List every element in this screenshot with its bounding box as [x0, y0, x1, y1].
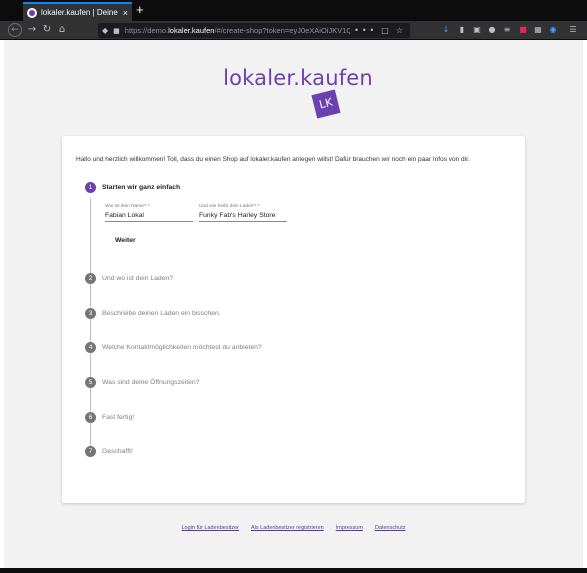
logo-badge: LK — [311, 89, 341, 119]
welcome-text: Hallo und herzlich willkommen! Toll, das… — [76, 156, 470, 163]
library-icon[interactable]: ▮ — [456, 24, 468, 36]
reload-icon[interactable]: ↻ — [40, 23, 54, 37]
bookmark-star-icon[interactable]: ☆ — [396, 26, 406, 35]
tab-close-icon[interactable]: × — [123, 8, 128, 18]
info-extension-icon[interactable]: ◉ — [547, 24, 559, 36]
back-arrow-icon[interactable]: ← — [8, 23, 22, 37]
page-content: lokaler.kaufen LK Hallo und herzlich wil… — [4, 40, 583, 568]
step-6[interactable]: 6 Fast fertig! — [85, 412, 134, 423]
step-connector-line — [90, 198, 91, 278]
step-connector-line — [90, 388, 91, 411]
footer-link-register[interactable]: Als Ladenbesitzer registrieren — [251, 525, 324, 531]
window-border-bottom — [0, 568, 587, 573]
footer-link-login[interactable]: Login für Ladenbesitzer — [181, 525, 238, 531]
window-border-right — [583, 40, 587, 568]
step-number: 7 — [85, 446, 96, 457]
url-text[interactable]: https://demo.lokaler.kaufen/#/create-sho… — [125, 26, 350, 35]
step-5[interactable]: 5 Was sind deine Öffnungszeiten? — [85, 377, 199, 388]
step-label: Beschreibe deinen Laden ein bisschen. — [102, 310, 221, 317]
step-2[interactable]: 2 Und wo ist dein Laden? — [85, 273, 173, 284]
step-connector-line — [90, 353, 91, 377]
shield-icon[interactable]: ◆ — [102, 26, 108, 35]
lock-icon[interactable]: ■ — [113, 27, 120, 35]
step-number: 2 — [85, 273, 96, 284]
pocket-icon[interactable]: □ — [381, 26, 392, 35]
step-number: 3 — [85, 308, 96, 319]
step-connector-line — [90, 319, 91, 342]
browser-nav-bar: ← → ↻ ⌂ ◆ ■ https://demo.lokaler.kaufen/… — [0, 21, 587, 40]
name-field[interactable]: Wie ist dein Name? * Fabian Lokal — [105, 204, 193, 222]
step-number: 1 — [85, 182, 96, 193]
create-shop-card: Hallo und herzlich willkommen! Toll, das… — [62, 136, 525, 503]
site-logo[interactable]: lokaler.kaufen LK — [218, 66, 378, 119]
shop-name-input[interactable]: Funky Fab's Harley Store — [199, 211, 287, 222]
step-label: Welche Kontaktmöglichkeiten möchtest du … — [102, 344, 262, 351]
step-number: 4 — [85, 342, 96, 353]
sidebar-icon[interactable]: ▣ — [471, 24, 483, 36]
tab-title: lokaler.kaufen | Deine Pl… — [41, 8, 120, 17]
step-connector-line — [90, 423, 91, 446]
step-label: Fast fertig! — [102, 414, 135, 421]
footer-link-impressum[interactable]: Impressum — [336, 525, 363, 531]
name-input[interactable]: Fabian Lokal — [105, 211, 193, 222]
forward-arrow-icon[interactable]: → — [25, 23, 39, 37]
hamburger-menu-icon[interactable]: ☰ — [567, 24, 579, 36]
home-icon[interactable]: ⌂ — [55, 23, 69, 37]
step-7[interactable]: 7 Geschafft! — [85, 446, 133, 457]
new-tab-button[interactable]: + — [136, 3, 144, 17]
url-bar[interactable]: ◆ ■ https://demo.lokaler.kaufen/#/create… — [98, 23, 410, 38]
ublock-icon[interactable]: ■ — [517, 24, 529, 36]
footer-links: Login für Ladenbesitzer Als Ladenbesitze… — [4, 525, 583, 531]
browser-tab-bar: lokaler.kaufen | Deine Pl… × + — [0, 0, 587, 21]
step-label: Und wo ist dein Laden? — [102, 275, 174, 282]
account-icon[interactable]: ● — [486, 24, 498, 36]
shop-name-field[interactable]: Und wie heißt dein Laden? * Funky Fab's … — [199, 204, 287, 222]
step-number: 6 — [85, 412, 96, 423]
page-actions-icon[interactable]: ••• — [354, 26, 377, 35]
browser-tab[interactable]: lokaler.kaufen | Deine Pl… × — [23, 2, 132, 21]
next-button[interactable]: Weiter — [109, 233, 142, 249]
name-field-label: Wie ist dein Name? * — [105, 204, 150, 209]
step-label: Starten wir ganz einfach — [102, 184, 181, 191]
step-label: Was sind deine Öffnungszeiten? — [102, 379, 200, 386]
grid-extension-icon[interactable]: ▦ — [532, 24, 544, 36]
step-number: 5 — [85, 377, 96, 388]
site-favicon-icon — [27, 7, 37, 18]
footer-link-datenschutz[interactable]: Datenschutz — [375, 525, 406, 531]
logo-text: lokaler.kaufen — [223, 66, 373, 90]
extension-icon[interactable]: ≡ — [501, 24, 513, 36]
step-4[interactable]: 4 Welche Kontaktmöglichkeiten möchtest d… — [85, 342, 262, 353]
step-connector-line — [90, 284, 91, 307]
step-label: Geschafft! — [102, 448, 133, 455]
download-icon[interactable]: ↓ — [440, 24, 452, 36]
step-1[interactable]: 1 Starten wir ganz einfach — [85, 182, 180, 193]
step-3[interactable]: 3 Beschreibe deinen Laden ein bisschen. — [85, 308, 221, 319]
shop-name-field-label: Und wie heißt dein Laden? * — [199, 204, 260, 209]
